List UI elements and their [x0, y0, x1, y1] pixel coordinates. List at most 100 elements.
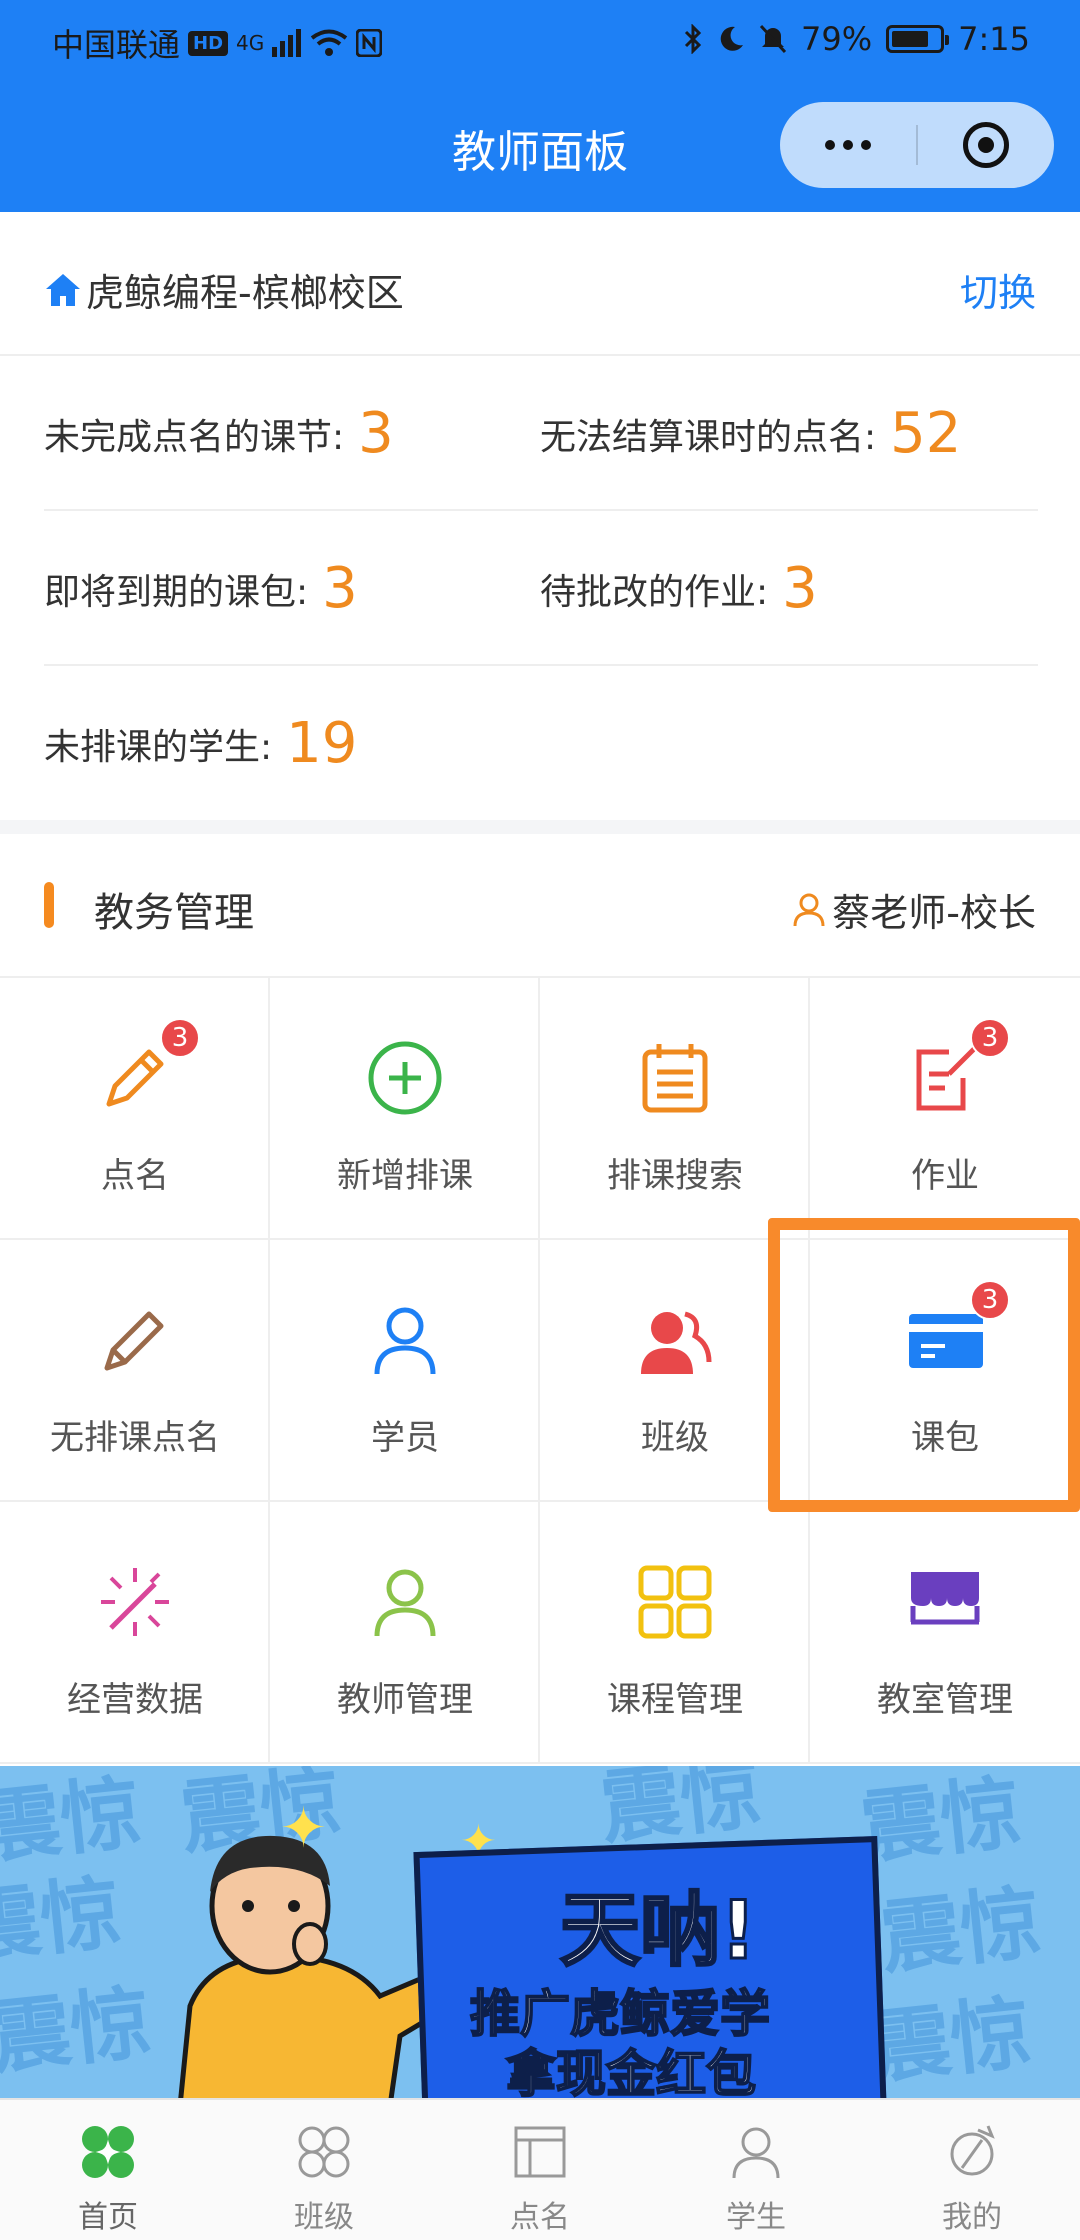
campus-name: 虎鲸编程-槟榔校区 [44, 262, 404, 317]
nfc-icon [356, 29, 383, 57]
stat-row: 未完成点名的课节: 3 无法结算课时的点名: 52 [44, 356, 1038, 511]
grid-item-classes[interactable]: 班级 [540, 1240, 810, 1502]
current-user-text: 蔡老师-校长 [832, 891, 1036, 935]
tab-label: 我的 [942, 2200, 1002, 2235]
star-icon: ✦ [280, 1796, 327, 1861]
header: 中国联通 HD 4G 79% 7:15 教师面板 [0, 0, 1080, 212]
current-user[interactable]: 蔡老师-校长 [792, 882, 1036, 937]
carrier-text: 中国联通 [52, 26, 181, 64]
status-right: 79% 7:15 [683, 20, 1030, 58]
promo-banner[interactable]: 震惊 震惊 震惊 震惊 震惊 震惊 震惊 震惊 ✦ ✦ ✦ 天呐! 推广虎鲸爱学… [0, 1766, 1080, 2098]
stat-value: 19 [286, 711, 358, 776]
tab-class[interactable]: 班级 [216, 2100, 432, 2240]
grid-item-homework[interactable]: 3 作业 [810, 978, 1080, 1240]
feature-grid: 3 点名 新增排课 排课搜索 3 作业 无排课点名 学员 班级 3 课包 经营数… [0, 978, 1080, 1766]
hd-badge: HD [188, 30, 229, 56]
grid-item-schedule-search[interactable]: 排课搜索 [540, 978, 810, 1240]
section-header: 教务管理 蔡老师-校长 [0, 834, 1080, 978]
grid-label: 排课搜索 [607, 1156, 743, 1196]
grid-label: 课程管理 [607, 1680, 743, 1720]
banner-headline: 天呐! [558, 1883, 757, 1979]
target-icon [962, 122, 1009, 168]
tab-mine[interactable]: 我的 [864, 2100, 1080, 2240]
sparkle-icon [101, 1568, 169, 1636]
class-icon [298, 2126, 350, 2178]
status-bar: 中国联通 HD 4G 79% 7:15 [0, 0, 1080, 80]
plus-circle-icon [368, 1041, 442, 1115]
section-accent-bar [44, 882, 54, 928]
badge-count: 3 [970, 1280, 1010, 1320]
stat-unfinished-roll-call[interactable]: 未完成点名的课节: 3 [44, 356, 394, 511]
battery-percent: 79% [801, 20, 873, 58]
battery-icon [886, 25, 950, 53]
user-icon [793, 893, 825, 926]
classroom-icon [910, 1572, 980, 1625]
mute-icon [759, 24, 787, 54]
grid-item-unscheduled-roll-call[interactable]: 无排课点名 [0, 1240, 270, 1502]
stat-unsettled-roll-call[interactable]: 无法结算课时的点名: 52 [540, 356, 961, 511]
stat-expiring-packages[interactable]: 即将到期的课包: 3 [44, 511, 358, 666]
campus-row: 虎鲸编程-槟榔校区 切换 [0, 212, 1080, 356]
tab-home[interactable]: 首页 [0, 2100, 216, 2240]
calendar-icon [642, 1044, 708, 1113]
bottom-tab-bar: 首页 班级 点名 学生 我的 [0, 2098, 1080, 2240]
grid-label: 教室管理 [877, 1680, 1013, 1720]
section-title: 教务管理 [94, 890, 254, 936]
tab-label: 班级 [294, 2200, 354, 2235]
grid-item-roll-call[interactable]: 3 点名 [0, 978, 270, 1240]
more-button[interactable] [780, 102, 916, 188]
close-mini-program-button[interactable] [918, 102, 1054, 188]
more-dots-icon [825, 140, 871, 150]
home-icon [82, 2126, 134, 2178]
grid-item-teacher-management[interactable]: 教师管理 [270, 1502, 540, 1764]
battery-fill [892, 31, 929, 47]
grid-label: 无排课点名 [50, 1418, 220, 1458]
stat-row: 未排课的学生: 19 [44, 666, 1038, 821]
grid-label: 学员 [371, 1418, 439, 1458]
grid-label: 教师管理 [337, 1680, 473, 1720]
stat-unscheduled-students[interactable]: 未排课的学生: 19 [44, 666, 357, 821]
profile-icon [950, 2125, 995, 2176]
group-icon [641, 1311, 712, 1374]
stat-value: 3 [782, 556, 818, 621]
section-divider [0, 820, 1080, 834]
tab-label: 点名 [510, 2200, 570, 2235]
grid-item-new-schedule[interactable]: 新增排课 [270, 978, 540, 1240]
campus-name-text: 虎鲸编程-槟榔校区 [86, 271, 404, 315]
grid-label: 新增排课 [337, 1156, 473, 1196]
stat-label: 未完成点名的课节: [44, 416, 345, 458]
pencil-outline-icon [104, 1311, 164, 1371]
stat-label: 待批改的作业: [540, 571, 769, 613]
grid-item-course-management[interactable]: 课程管理 [540, 1502, 810, 1764]
grid-item-students[interactable]: 学员 [270, 1240, 540, 1502]
tab-label: 首页 [78, 2200, 138, 2235]
stat-label: 未排课的学生: [44, 726, 273, 768]
roll-call-icon [514, 2126, 566, 2178]
banner-line-2: 拿现金红包 [505, 2044, 757, 2098]
grid-label: 课包 [911, 1418, 979, 1458]
tab-student[interactable]: 学生 [648, 2100, 864, 2240]
student-icon [732, 2127, 780, 2179]
clock-text: 7:15 [958, 20, 1030, 58]
tab-label: 学生 [726, 2200, 786, 2235]
stat-value: 3 [358, 401, 394, 466]
switch-campus-button[interactable]: 切换 [960, 262, 1036, 317]
stat-pending-homework[interactable]: 待批改的作业: 3 [540, 511, 818, 666]
stat-label: 无法结算课时的点名: [540, 416, 877, 458]
banner-bg-text: 震惊 [866, 1985, 1036, 2096]
grid-label: 班级 [641, 1418, 709, 1458]
grid-item-course-package[interactable]: 3 课包 [810, 1240, 1080, 1502]
status-left: 中国联通 HD 4G [52, 20, 383, 66]
stat-row: 即将到期的课包: 3 待批改的作业: 3 [44, 511, 1038, 666]
grid-item-classroom-management[interactable]: 教室管理 [810, 1502, 1080, 1764]
person-icon [374, 1307, 436, 1375]
badge-count: 3 [160, 1018, 200, 1058]
wifi-icon [311, 29, 348, 56]
stat-label: 即将到期的课包: [44, 571, 309, 613]
signal-icon [272, 29, 302, 57]
grid-item-business-data[interactable]: 经营数据 [0, 1502, 270, 1764]
tab-roll-call[interactable]: 点名 [432, 2100, 648, 2240]
home-small-icon [46, 273, 80, 306]
grid-label: 作业 [911, 1156, 979, 1196]
bluetooth-icon [684, 24, 702, 54]
